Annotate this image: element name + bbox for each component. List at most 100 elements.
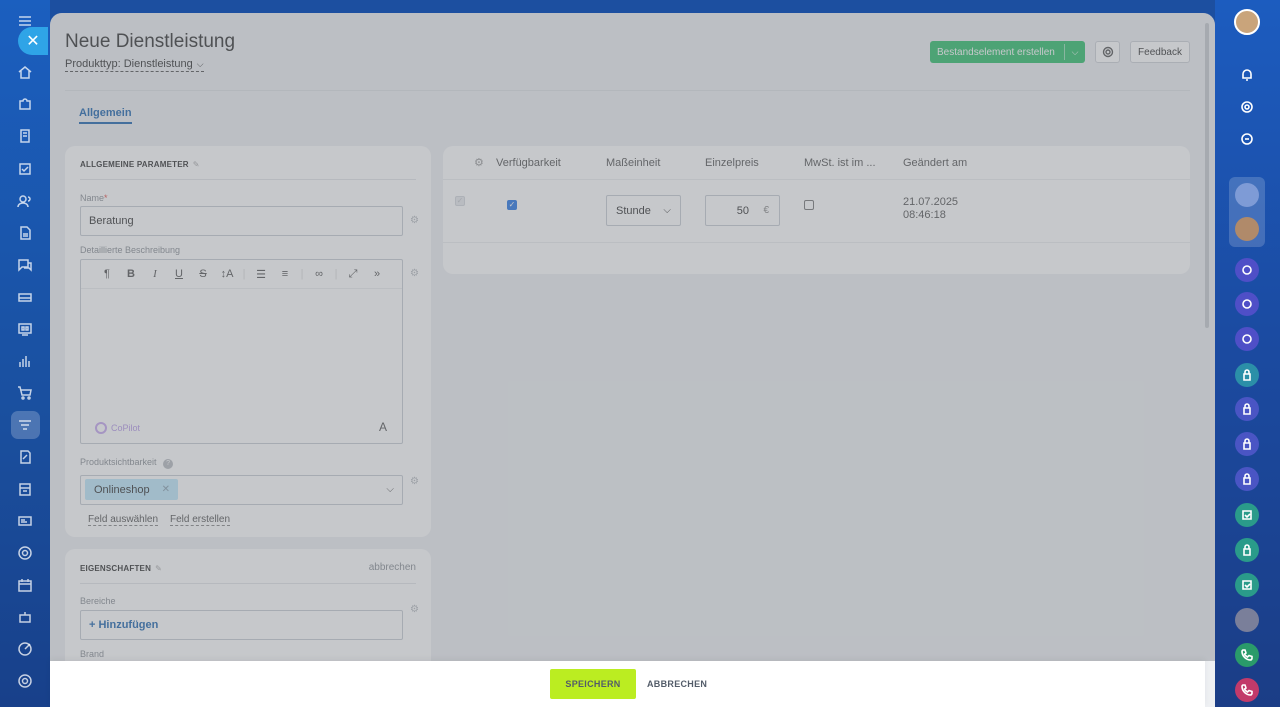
puzzle-icon[interactable]	[16, 95, 34, 113]
gear-icon[interactable]: ⚙	[410, 269, 419, 279]
support-icon[interactable]	[16, 544, 34, 562]
copilot-icon[interactable]	[1235, 95, 1259, 119]
required-mark: *	[104, 193, 108, 203]
visibility-tag: Onlineshop ✕	[85, 479, 179, 500]
price-input[interactable]: 50 €	[705, 195, 780, 226]
bot-avatar[interactable]	[1235, 608, 1259, 632]
copilot-chat-icon[interactable]	[1235, 292, 1259, 316]
close-slider-button[interactable]: ✕	[18, 27, 48, 55]
toolbar-separator: |	[334, 268, 338, 280]
link-icon[interactable]: ∞	[307, 268, 331, 280]
variants-table-card: ⚙ Verfügbarkeit Maßeinheit Einzelpreis M…	[443, 146, 1190, 274]
gear-icon[interactable]: ⚙	[410, 605, 419, 615]
chevron-down-icon[interactable]: ⌵	[386, 484, 394, 495]
select-field-link[interactable]: Feld auswählen	[88, 514, 159, 526]
chevron-down-icon: ⌵	[663, 205, 671, 216]
lock-icon[interactable]	[1235, 432, 1259, 456]
column-header[interactable]: MwSt. ist im ...	[804, 157, 876, 169]
font-size-icon[interactable]: ↕A	[215, 268, 239, 280]
visibility-select[interactable]: Onlineshop ✕ ⌵	[80, 475, 403, 505]
bold-icon[interactable]: B	[119, 268, 143, 280]
file-icon[interactable]	[16, 224, 34, 242]
lock-icon[interactable]	[1235, 538, 1259, 562]
divider	[80, 179, 416, 180]
gear-icon[interactable]: ⚙	[410, 477, 419, 487]
create-field-link[interactable]: Feld erstellen	[170, 514, 231, 526]
save-button[interactable]: SPEICHERN	[550, 669, 636, 699]
price-value: 50	[736, 205, 749, 217]
chat-search-icon[interactable]	[1235, 127, 1259, 151]
tab-allgemein[interactable]: Allgemein	[79, 107, 132, 124]
board-icon[interactable]	[16, 320, 34, 338]
phone-icon[interactable]	[1235, 643, 1259, 667]
contact-avatar[interactable]	[1235, 183, 1259, 207]
chat-icon[interactable]	[16, 256, 34, 274]
cancel-button[interactable]: ABBRECHEN	[647, 669, 707, 699]
home-icon[interactable]	[16, 63, 34, 81]
text-format-button[interactable]: A	[379, 420, 387, 434]
fullscreen-icon[interactable]: ⤢	[341, 268, 365, 281]
settings-button[interactable]	[1095, 41, 1120, 63]
contact-avatar[interactable]	[1235, 217, 1259, 241]
unit-select[interactable]: Stunde ⌵	[606, 195, 681, 226]
task-icon[interactable]	[16, 160, 34, 178]
phone-icon[interactable]	[1235, 678, 1259, 702]
column-header[interactable]: Einzelpreis	[705, 157, 759, 169]
copilot-button[interactable]: CoPilot	[95, 422, 140, 434]
document-icon[interactable]	[16, 127, 34, 145]
column-header[interactable]: Maßeinheit	[606, 157, 660, 169]
cancel-link[interactable]: abbrechen	[369, 562, 416, 573]
settings-icon[interactable]	[16, 672, 34, 690]
copilot-chat-icon[interactable]	[1235, 327, 1259, 351]
name-input[interactable]: Beratung	[80, 206, 403, 236]
store-icon[interactable]	[16, 480, 34, 498]
chevron-down-icon[interactable]: ⌵	[1064, 44, 1085, 60]
column-header[interactable]: Geändert am	[903, 157, 967, 169]
remove-tag-icon[interactable]: ✕	[162, 484, 170, 495]
catalog-icon[interactable]	[16, 416, 34, 434]
more-icon[interactable]: »	[365, 268, 389, 280]
scrollbar[interactable]	[1205, 23, 1209, 328]
vat-included-checkbox[interactable]	[804, 200, 814, 210]
calendar-icon[interactable]	[16, 576, 34, 594]
user-avatar[interactable]	[1234, 9, 1260, 35]
lock-icon[interactable]	[1235, 397, 1259, 421]
strikethrough-icon[interactable]: S	[191, 268, 215, 280]
goals-icon[interactable]	[16, 640, 34, 658]
bell-icon[interactable]	[1235, 63, 1259, 87]
italic-icon[interactable]: I	[143, 268, 167, 280]
help-icon[interactable]: ?	[163, 459, 174, 469]
lock-icon[interactable]	[1235, 467, 1259, 491]
add-section-button[interactable]: + Hinzufügen	[80, 610, 403, 640]
lock-icon[interactable]	[1235, 363, 1259, 387]
robot-icon[interactable]	[16, 608, 34, 626]
footer-bar: SPEICHERN ABBRECHEN	[50, 661, 1205, 707]
description-label: Detaillierte Beschreibung	[80, 245, 181, 255]
paragraph-style-icon[interactable]: ¶	[95, 268, 119, 280]
gear-icon[interactable]: ⚙	[474, 156, 484, 169]
pencil-icon[interactable]: ✎	[155, 564, 162, 573]
copilot-chat-icon[interactable]	[1235, 258, 1259, 282]
product-type-label: Produkttyp: Dienstleistung	[65, 58, 193, 70]
product-type-selector[interactable]: Produkttyp: Dienstleistung ⌵	[65, 58, 204, 72]
bullet-list-icon[interactable]: ≡	[273, 268, 297, 280]
gear-icon[interactable]: ⚙	[410, 216, 419, 226]
analytics-icon[interactable]	[16, 352, 34, 370]
numbered-list-icon[interactable]: ☰	[249, 268, 273, 281]
column-header[interactable]: Verfügbarkeit	[496, 157, 561, 169]
description-editor[interactable]: ¶ B I U S ↕A | ☰ ≡ | ∞ | ⤢ » CoPilot A	[80, 259, 403, 444]
pencil-icon[interactable]: ✎	[193, 160, 200, 169]
task-check-icon[interactable]	[1235, 573, 1259, 597]
availability-checkbox[interactable]: ✓	[507, 200, 517, 210]
contacts-icon[interactable]	[16, 192, 34, 210]
feedback-button[interactable]: Feedback	[1130, 41, 1190, 63]
card-icon[interactable]	[16, 512, 34, 530]
drive-icon[interactable]	[16, 288, 34, 306]
sections-label: Bereiche	[80, 596, 116, 606]
page-title: Neue Dienstleistung	[65, 31, 236, 52]
create-stock-item-button[interactable]: Bestandselement erstellen ⌵	[930, 41, 1085, 63]
cart-icon[interactable]	[16, 384, 34, 402]
task-check-icon[interactable]	[1235, 503, 1259, 527]
underline-icon[interactable]: U	[167, 268, 191, 280]
sign-icon[interactable]	[16, 448, 34, 466]
